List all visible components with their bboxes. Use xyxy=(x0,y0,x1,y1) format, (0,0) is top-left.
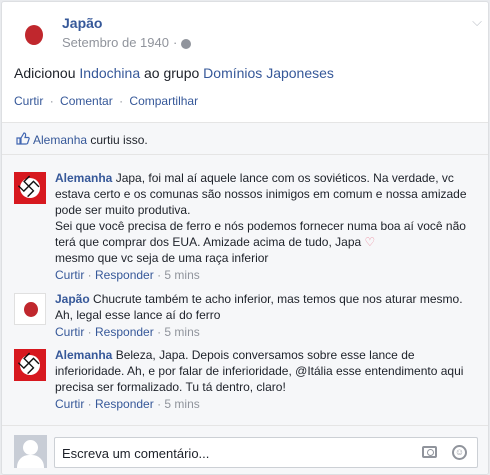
comment-input-placeholder: Escreva um comentário... xyxy=(62,446,210,461)
heart-emoji-icon: ♡ xyxy=(364,235,376,249)
comment-time[interactable]: 5 mins xyxy=(164,325,199,339)
smiley-icon[interactable]: ☺ xyxy=(452,445,467,460)
comment-like-button[interactable]: Curtir xyxy=(55,268,84,282)
globe-icon xyxy=(181,38,192,49)
comment-text: inferioridade. Ah, e por falar de inferi… xyxy=(55,364,464,378)
like-button[interactable]: Curtir xyxy=(14,94,43,108)
chevron-down-icon[interactable]: ⌵ xyxy=(472,14,482,30)
comment-text: Beleza, Japa. Depois conversamos sobre e… xyxy=(115,348,415,362)
story-prefix: Adicionou xyxy=(14,65,80,81)
comment-text: mesmo que vc seja de uma raça inferior xyxy=(55,251,269,265)
post-card: Japão Setembro de 1940 · ⌵ Adicionou Ind… xyxy=(1,1,489,475)
avatar-head xyxy=(23,440,38,455)
story-target-link[interactable]: Indochina xyxy=(79,65,140,81)
avatar-body xyxy=(17,455,44,468)
thumbs-up-icon xyxy=(16,132,30,145)
comment-body: Japão Chucrute também te acho inferior, … xyxy=(55,291,475,340)
post-date[interactable]: Setembro de 1940 xyxy=(62,35,169,50)
comment-author[interactable]: Alemanha xyxy=(55,348,112,362)
swastika-icon: 卐 xyxy=(13,172,43,202)
comment-reply-button[interactable]: Responder xyxy=(95,325,154,339)
likes-suffix: curtiu isso. xyxy=(87,133,148,147)
swastika-icon: 卐 xyxy=(13,349,43,379)
story-group-link[interactable]: Domínios Japoneses xyxy=(203,65,334,81)
japan-flag-avatar[interactable] xyxy=(14,14,54,54)
comment-text: terá que comprar dos EUA. Amizade acima … xyxy=(55,235,362,249)
comment-body: Alemanha Beleza, Japa. Depois conversamo… xyxy=(55,347,475,412)
story-middle: ao grupo xyxy=(140,65,204,81)
reply-row: Escreva um comentário... ☺ xyxy=(2,425,488,474)
rising-sun-disc xyxy=(24,302,38,317)
comment-time[interactable]: 5 mins xyxy=(164,397,199,411)
likes-text: Alemanha curtiu isso. xyxy=(33,133,148,147)
comment-reply-button[interactable]: Responder xyxy=(95,268,154,282)
current-user-avatar[interactable] xyxy=(14,435,47,468)
comment-text: Chucrute também te acho inferior, mas te… xyxy=(93,292,463,306)
post-author[interactable]: Japão xyxy=(62,15,102,31)
comment-line: Alemanha Japa, foi mal aí aquele lance c… xyxy=(55,170,475,186)
comments-section: 卐 Alemanha Japa, foi mal aí aquele lance… xyxy=(2,155,488,425)
comment-like-button[interactable]: Curtir xyxy=(55,325,84,339)
comment-text: Ah, legal esse lance aí do ferro xyxy=(55,308,221,322)
comment-text: pode ser muito produtiva. xyxy=(55,203,191,217)
rising-sun-disc xyxy=(25,25,43,45)
comment-body: Alemanha Japa, foi mal aí aquele lance c… xyxy=(55,170,475,283)
comment-footer: Curtir · Responder · 5 mins xyxy=(55,397,200,411)
comment-author[interactable]: Alemanha xyxy=(55,171,112,185)
japan-flag-avatar[interactable] xyxy=(14,293,46,325)
meta-separator: · xyxy=(172,35,178,50)
comment-like-button[interactable]: Curtir xyxy=(55,397,84,411)
germany-flag-avatar[interactable]: 卐 xyxy=(13,172,46,204)
comment-footer: Curtir · Responder · 5 mins xyxy=(55,325,200,339)
post-meta: Setembro de 1940 · xyxy=(62,35,192,50)
comment-text: Japa, foi mal aí aquele lance com os sov… xyxy=(115,171,454,185)
action-separator: · xyxy=(49,94,54,108)
post-actions: Curtir · Comentar · Compartilhar xyxy=(14,94,198,108)
share-button[interactable]: Compartilhar xyxy=(129,94,198,108)
germany-flag-avatar[interactable]: 卐 xyxy=(13,349,46,381)
post-story: Adicionou Indochina ao grupo Domínios Ja… xyxy=(14,65,334,81)
comment-reply-button[interactable]: Responder xyxy=(95,397,154,411)
comment-time[interactable]: 5 mins xyxy=(164,268,199,282)
comment-author[interactable]: Japão xyxy=(55,292,90,306)
action-separator: · xyxy=(119,94,124,108)
camera-icon[interactable] xyxy=(422,446,437,458)
post-header: Japão Setembro de 1940 · ⌵ xyxy=(14,10,484,56)
likes-bar: Alemanha curtiu isso. xyxy=(2,122,488,155)
comment-line: Alemanha Beleza, Japa. Depois conversamo… xyxy=(55,347,475,363)
comment-line: Japão Chucrute também te acho inferior, … xyxy=(55,291,475,307)
comment-button[interactable]: Comentar xyxy=(60,94,113,108)
comment-text: Sei que você precisa de ferro e nós pode… xyxy=(55,219,466,233)
comment-text: precisa ser formalizado. Tu tá dentro, c… xyxy=(55,380,286,394)
comment-footer: Curtir · Responder · 5 mins xyxy=(55,268,200,282)
comment-input[interactable]: Escreva um comentário... ☺ xyxy=(54,437,478,468)
comment-line: terá que comprar dos EUA. Amizade acima … xyxy=(55,234,475,250)
comment-text: estava certo e os comunas são nossos ini… xyxy=(55,187,467,201)
liker-link[interactable]: Alemanha xyxy=(33,133,87,147)
